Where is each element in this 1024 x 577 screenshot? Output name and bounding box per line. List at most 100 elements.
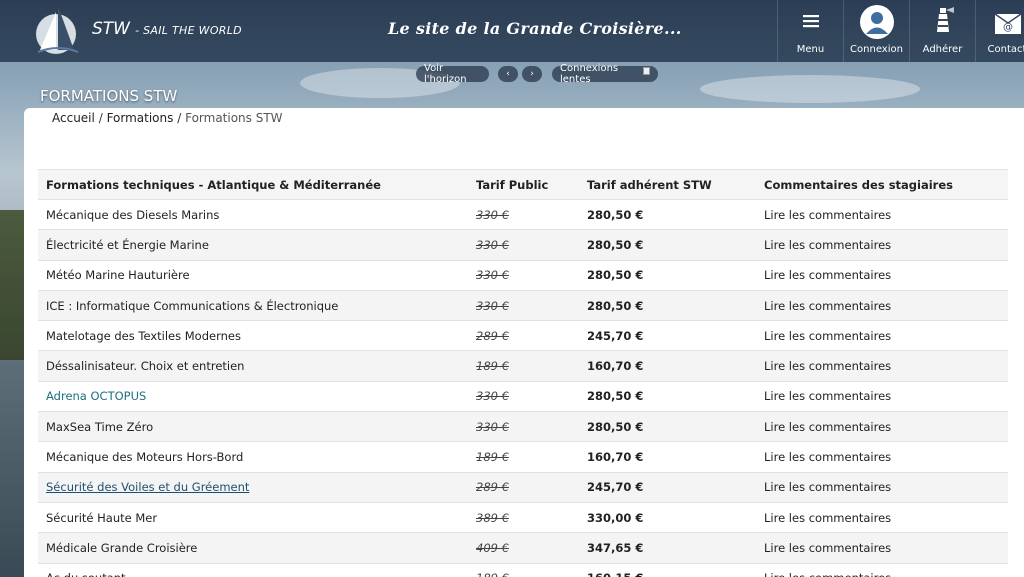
formation-name[interactable]: Adrena OCTOPUS xyxy=(38,380,468,412)
header-member-price: Tarif adhérent STW xyxy=(579,169,756,200)
read-comments-link[interactable]: Lire les commentaires xyxy=(756,350,1008,382)
next-slide-button[interactable]: › xyxy=(522,66,542,82)
public-price: 330 € xyxy=(468,411,579,442)
table-row: Météo Marine Hauturière 330 €280,50 € Lire… xyxy=(38,259,1008,291)
formation-name[interactable]: Sécurité des Voiles et du Gréement xyxy=(38,471,468,503)
read-comments-link[interactable]: Lire les commentaires xyxy=(756,380,1008,412)
public-price: 389 € xyxy=(468,501,579,533)
member-price: 347,65 € xyxy=(579,532,756,564)
member-price: 280,50 € xyxy=(579,411,756,442)
nav-connexion-label: Connexion xyxy=(850,44,903,55)
public-price: 189 € xyxy=(468,441,579,473)
nav-connexion[interactable]: Connexion xyxy=(843,0,909,62)
table-header-row: Formations techniques - Atlantique & Méd… xyxy=(38,169,1008,200)
header-comments: Commentaires des stagiaires xyxy=(756,169,1008,200)
formations-table: Formations techniques - Atlantique & Méd… xyxy=(38,169,1008,577)
formation-name[interactable]: Déssalinisateur. Choix et entretien xyxy=(38,350,468,382)
member-price: 280,50 € xyxy=(579,259,756,291)
svg-text:@: @ xyxy=(1003,22,1013,33)
formation-name[interactable]: Électricité et Énergie Marine xyxy=(38,229,468,261)
table-row: Mécanique des Moteurs Hors-Bord 189 €160,… xyxy=(38,441,1008,473)
formation-name[interactable]: Sécurité Haute Mer xyxy=(38,501,468,533)
public-price: 330 € xyxy=(468,229,579,261)
table-row: Adrena OCTOPUS 330 €280,50 € Lire les comm… xyxy=(38,380,1008,412)
formation-name[interactable]: Mécanique des Diesels Marins xyxy=(38,198,468,230)
member-price: 280,50 € xyxy=(579,198,756,230)
read-comments-link[interactable]: Lire les commentaires xyxy=(756,229,1008,261)
user-icon xyxy=(859,5,895,43)
formation-name[interactable]: MaxSea Time Zéro xyxy=(38,411,468,442)
read-comments-link[interactable]: Lire les commentaires xyxy=(756,198,1008,230)
public-price: 189 € xyxy=(468,350,579,382)
nav-adherer[interactable]: Adhérer xyxy=(909,0,975,62)
table-row: Médicale Grande Croisière 409 €347,65 € Li… xyxy=(38,532,1008,564)
page-title: FORMATIONS STW xyxy=(40,87,178,105)
public-price: 289 € xyxy=(468,320,579,351)
member-price: 160,70 € xyxy=(579,350,756,382)
nav-menu-label: Menu xyxy=(796,44,825,55)
table-row: Matelotage des Textiles Modernes 289 €245… xyxy=(38,320,1008,351)
breadcrumb-home[interactable]: Accueil xyxy=(52,111,95,125)
breadcrumb-separator: / xyxy=(177,111,182,125)
formation-name[interactable]: Mécanique des Moteurs Hors-Bord xyxy=(38,441,468,473)
formation-name[interactable]: Météo Marine Hauturière xyxy=(38,259,468,291)
site-tagline: Le site de la Grande Croisière... xyxy=(388,19,682,38)
public-price: 189 € xyxy=(468,562,579,577)
nav-menu[interactable]: Menu xyxy=(777,0,843,62)
member-price: 160,15 € xyxy=(579,562,756,577)
member-price: 245,70 € xyxy=(579,471,756,503)
read-comments-link[interactable]: Lire les commentaires xyxy=(756,532,1008,564)
breadcrumb-formations[interactable]: Formations xyxy=(107,111,174,125)
content-panel: Accueil / Formations / Formations STW Fo… xyxy=(24,108,1024,577)
table-row: Sécurité des Voiles et du Gréement 289 €2… xyxy=(38,471,1008,503)
formation-name[interactable]: ICE : Informatique Communications & Élec… xyxy=(38,289,468,321)
formation-name[interactable]: Matelotage des Textiles Modernes xyxy=(38,320,468,351)
hamburger-icon xyxy=(802,6,819,31)
read-comments-link[interactable]: Lire les commentaires xyxy=(756,320,1008,351)
public-price: 330 € xyxy=(468,198,579,230)
table-row: Sécurité Haute Mer 389 €330,00 € Lire les … xyxy=(38,501,1008,533)
member-price: 280,50 € xyxy=(579,380,756,412)
public-price: 409 € xyxy=(468,532,579,564)
read-comments-link[interactable]: Lire les commentaires xyxy=(756,411,1008,442)
top-header: STW - SAIL THE WORLD Le site de la Grand… xyxy=(0,0,1024,62)
horizon-button[interactable]: Voir l'horizon xyxy=(416,63,489,85)
table-row: Mécanique des Diesels Marins 330 €280,50 … xyxy=(38,198,1008,230)
member-price: 330,00 € xyxy=(579,501,756,533)
lighthouse-icon xyxy=(931,6,955,37)
chevron-left-icon: ‹ xyxy=(506,69,510,79)
member-price: 280,50 € xyxy=(579,229,756,261)
member-price: 160,70 € xyxy=(579,441,756,473)
formation-name[interactable]: Médicale Grande Croisière xyxy=(38,532,468,564)
member-price: 280,50 € xyxy=(579,289,756,321)
slow-connection-label: Connexions lentes xyxy=(560,63,619,85)
envelope-at-icon: @ xyxy=(994,6,1022,39)
slow-connection-toggle[interactable]: Connexions lentes xyxy=(552,63,658,85)
brand-subtitle: - SAIL THE WORLD xyxy=(135,24,242,37)
header-public-price: Tarif Public xyxy=(468,169,579,200)
slow-connection-checkbox[interactable] xyxy=(642,67,650,75)
member-price: 245,70 € xyxy=(579,320,756,351)
prev-slide-button[interactable]: ‹ xyxy=(498,66,518,82)
table-row: Électricité et Énergie Marine 330 €280,50… xyxy=(38,229,1008,261)
table-row: Déssalinisateur. Choix et entretien 189 €… xyxy=(38,350,1008,382)
read-comments-link[interactable]: Lire les commentaires xyxy=(756,259,1008,291)
site-brand[interactable]: STW - SAIL THE WORLD xyxy=(92,19,242,39)
read-comments-link[interactable]: Lire les commentaires xyxy=(756,562,1008,577)
read-comments-link[interactable]: Lire les commentaires xyxy=(756,289,1008,321)
read-comments-link[interactable]: Lire les commentaires xyxy=(756,471,1008,503)
nav-contact[interactable]: @ Contact xyxy=(975,0,1024,62)
background-cloud xyxy=(700,75,920,103)
nav-adherer-label: Adhérer xyxy=(922,44,963,55)
breadcrumb-current: Formations STW xyxy=(185,111,283,125)
breadcrumb-separator: / xyxy=(98,111,103,125)
brand-name: STW xyxy=(92,19,130,39)
read-comments-link[interactable]: Lire les commentaires xyxy=(756,441,1008,473)
table-row: Ac du soutant189 €160,15 €Lire les comme… xyxy=(38,562,1008,577)
public-price: 289 € xyxy=(468,471,579,503)
sailboat-logo-icon[interactable] xyxy=(34,4,82,56)
public-price: 330 € xyxy=(468,289,579,321)
read-comments-link[interactable]: Lire les commentaires xyxy=(756,501,1008,533)
formation-name[interactable]: Ac du soutant xyxy=(38,562,468,577)
table-row: MaxSea Time Zéro 330 €280,50 € Lire les co… xyxy=(38,411,1008,442)
